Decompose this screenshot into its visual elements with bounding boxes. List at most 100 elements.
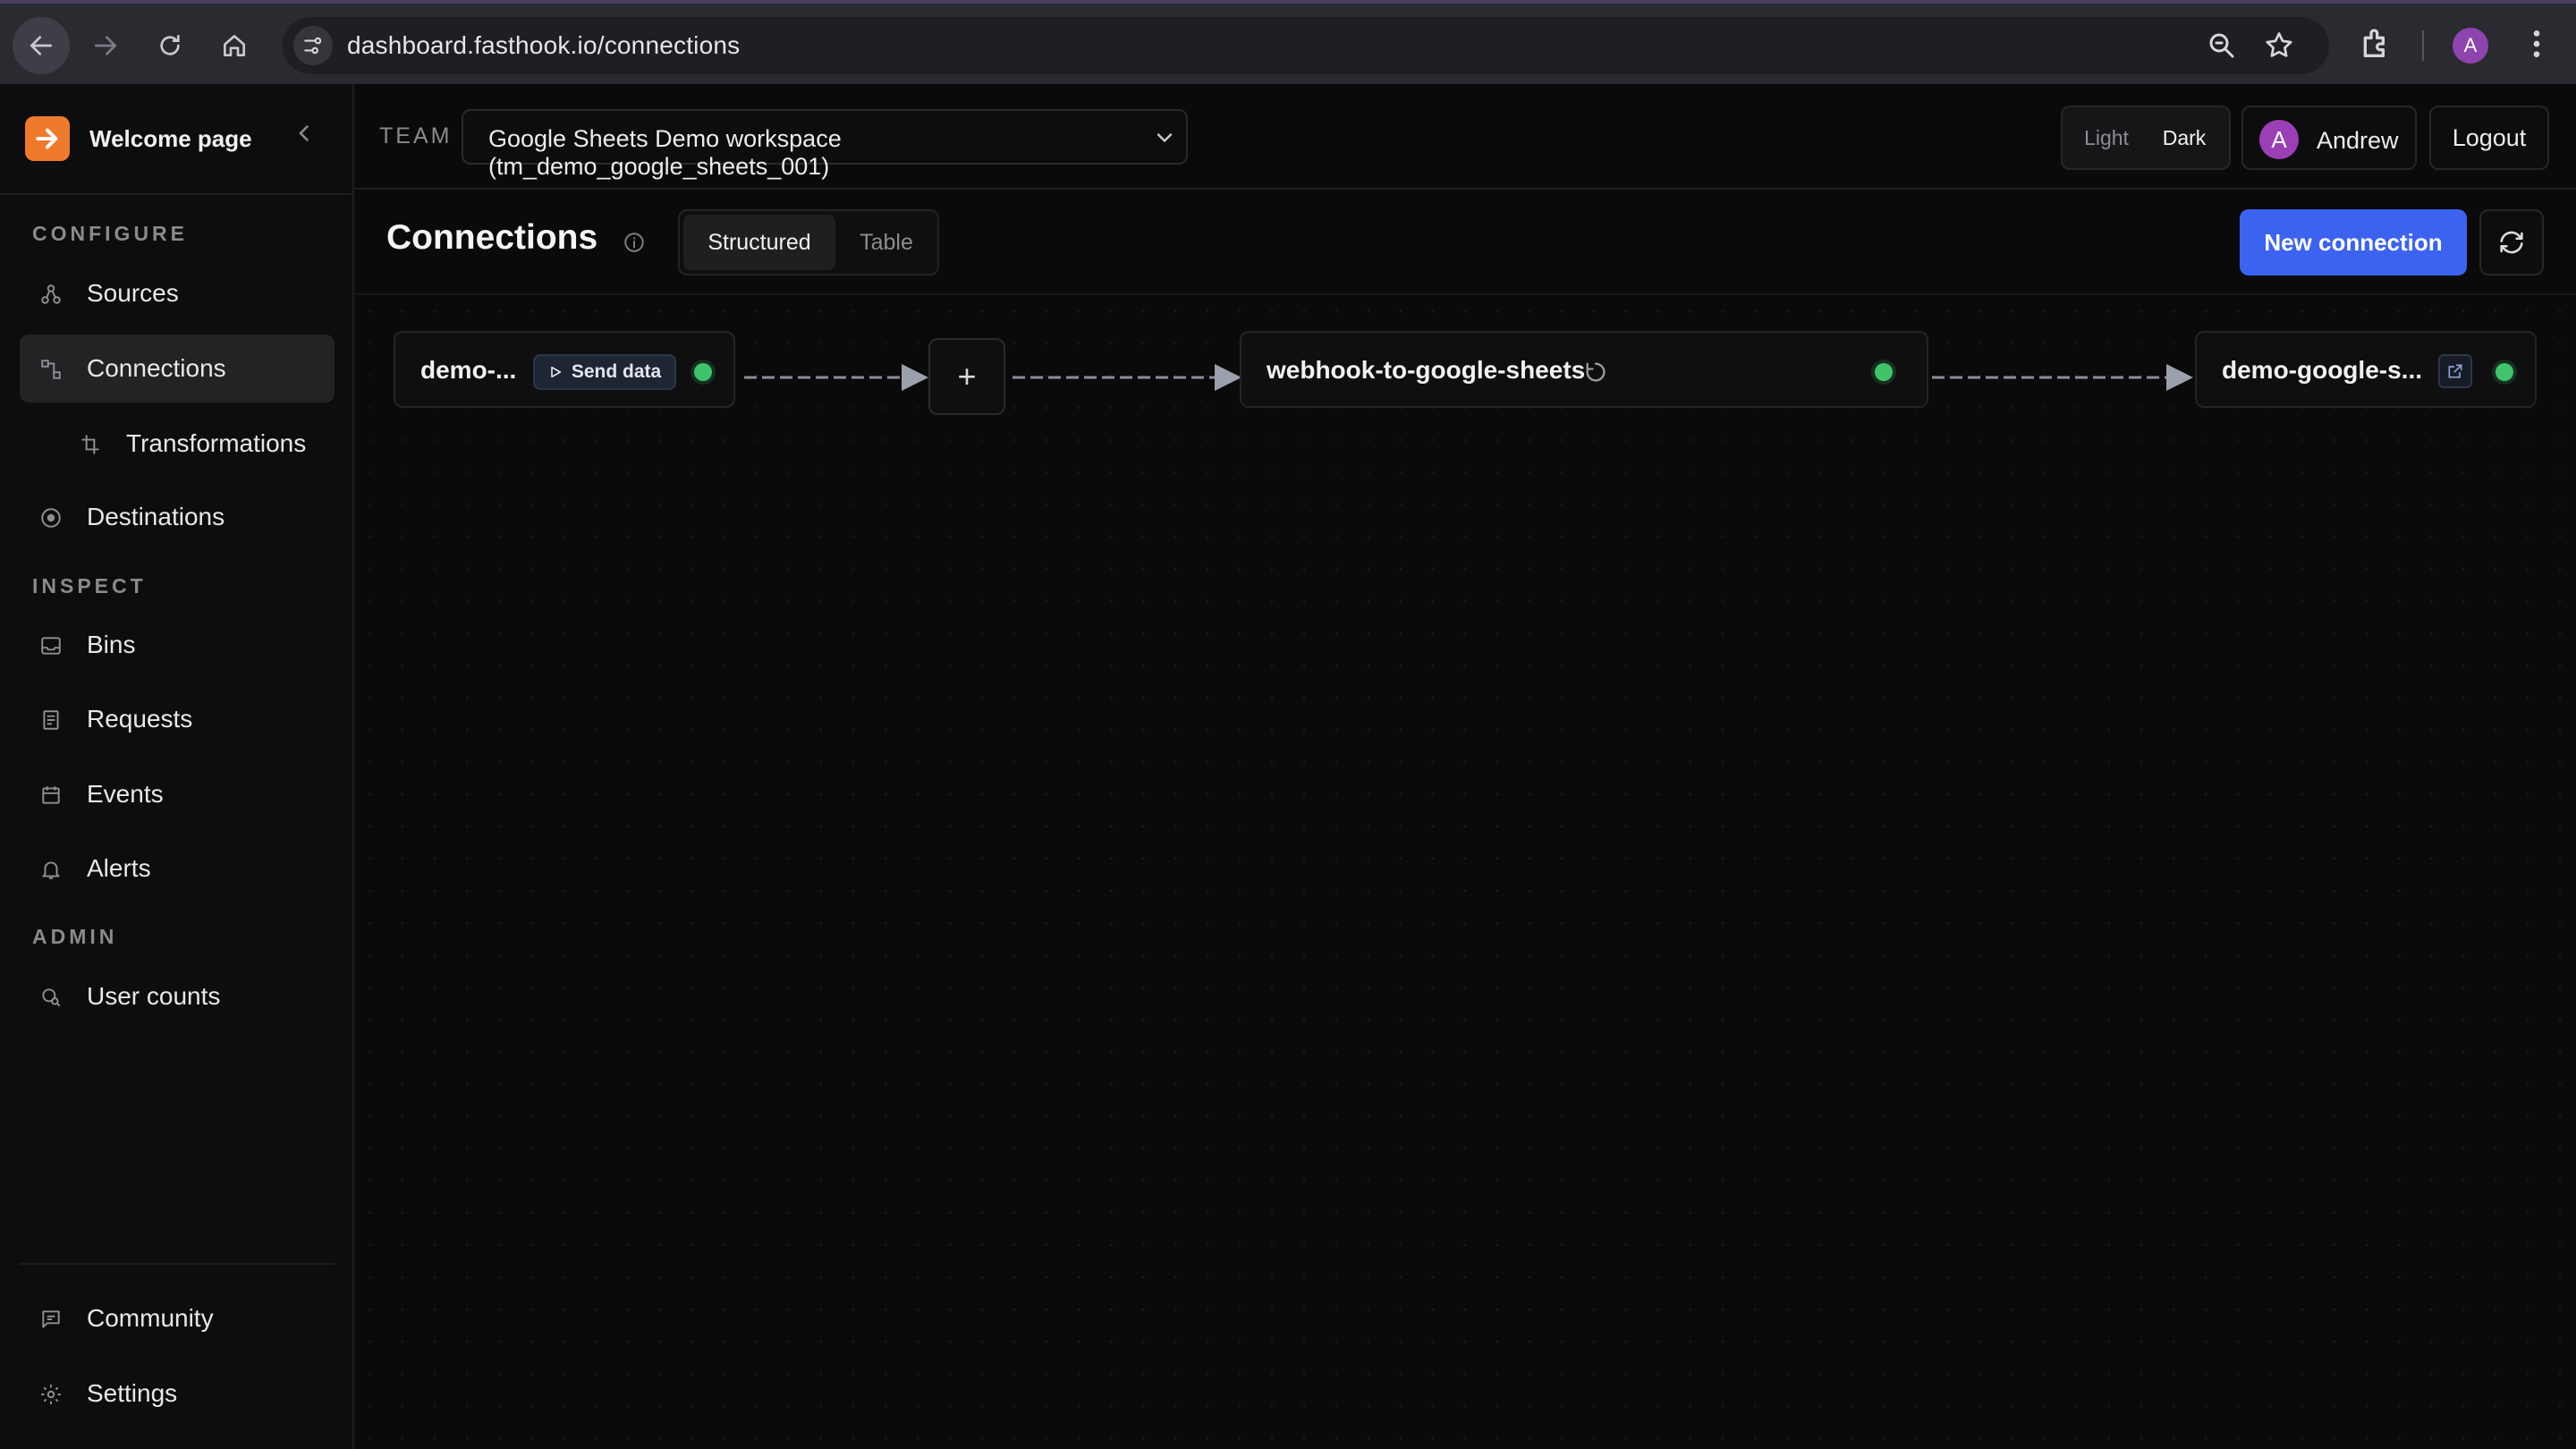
source-status-dot xyxy=(694,363,712,381)
tune-icon xyxy=(304,37,322,55)
collapse-sidebar-icon[interactable] xyxy=(292,120,318,147)
logout-button[interactable]: Logout xyxy=(2429,106,2549,170)
star-icon[interactable] xyxy=(2263,30,2295,62)
sidebar: Welcome page CONFIGURE Sources Connectio… xyxy=(0,84,354,1449)
avatar: A xyxy=(2259,120,2299,159)
sidebar-item-label: Bins xyxy=(87,631,136,658)
sidebar-item-connections[interactable]: Connections xyxy=(20,335,335,402)
info-icon[interactable] xyxy=(623,231,646,254)
connection-name: webhook-to-google-sheets xyxy=(1267,356,1586,384)
destination-name: demo-google-s... xyxy=(2222,356,2422,384)
theme-toggle: Light Dark xyxy=(2061,106,2231,170)
logo-arrow-icon xyxy=(36,128,58,149)
app-header: TEAM Google Sheets Demo workspace (tm_de… xyxy=(354,84,2576,190)
reload-button[interactable] xyxy=(141,17,199,74)
connection-status-dot xyxy=(1875,363,1893,381)
connection-node[interactable]: webhook-to-google-sheets xyxy=(1240,331,1928,408)
more-vertical-icon[interactable] xyxy=(2519,26,2555,62)
requests-icon xyxy=(43,710,59,730)
destination-icon xyxy=(41,508,61,528)
refresh-icon xyxy=(2500,231,2523,254)
sidebar-item-bins[interactable]: Bins xyxy=(20,611,335,679)
sidebar-item-label: Destinations xyxy=(87,503,225,530)
sidebar-divider xyxy=(20,1263,335,1265)
home-icon xyxy=(224,35,245,56)
browser-toolbar: dashboard.fasthook.io/connections A xyxy=(0,0,2576,84)
connections-canvas[interactable]: demo-... Send data + webhook-to-google-s… xyxy=(354,295,2576,1449)
sidebar-item-label: Alerts xyxy=(87,854,151,882)
sidebar-item-sources[interactable]: Sources xyxy=(20,259,335,327)
zoom-icon[interactable] xyxy=(2206,30,2238,62)
user-menu-button[interactable]: A Andrew xyxy=(2241,106,2417,170)
theme-light-button[interactable]: Light xyxy=(2072,120,2141,156)
sidebar-item-label: Events xyxy=(87,780,164,808)
page-title: Connections xyxy=(386,218,598,257)
chevron-down-icon xyxy=(1157,133,1173,143)
external-link-icon xyxy=(2448,364,2462,378)
destination-node[interactable]: demo-google-s... xyxy=(2195,331,2537,408)
home-button[interactable] xyxy=(206,17,263,74)
add-transformation-button[interactable]: + xyxy=(928,338,1005,415)
team-label: TEAM xyxy=(379,123,453,148)
connections-icon xyxy=(41,360,61,379)
sidebar-item-requests[interactable]: Requests xyxy=(20,685,335,753)
sidebar-item-label: Sources xyxy=(87,279,179,307)
address-bar[interactable]: dashboard.fasthook.io/connections xyxy=(283,17,2329,74)
open-destination-button[interactable] xyxy=(2438,354,2472,388)
sidebar-item-label: Settings xyxy=(87,1379,178,1407)
browser-profile-avatar[interactable]: A xyxy=(2453,28,2488,64)
inbox-icon xyxy=(41,637,61,655)
chat-icon xyxy=(42,1310,60,1328)
new-connection-button[interactable]: New connection xyxy=(2240,209,2467,275)
team-select[interactable]: Google Sheets Demo workspace (tm_demo_go… xyxy=(462,109,1188,180)
destination-status-dot xyxy=(2496,363,2513,381)
transform-icon xyxy=(81,435,99,454)
team-select-value: Google Sheets Demo workspace (tm_demo_go… xyxy=(488,125,842,180)
tab-table[interactable]: Table xyxy=(837,215,936,270)
arrow-left-icon xyxy=(30,36,52,55)
sidebar-item-alerts[interactable]: Alerts xyxy=(20,835,335,902)
source-name: demo-... xyxy=(420,356,517,384)
calendar-icon xyxy=(42,786,60,804)
sidebar-item-label: Connections xyxy=(87,354,226,382)
page-header: Connections Structured Table New connect… xyxy=(354,190,2576,295)
extensions-icon[interactable] xyxy=(2358,26,2394,62)
tab-structured[interactable]: Structured xyxy=(683,215,835,270)
theme-dark-button[interactable]: Dark xyxy=(2147,120,2222,156)
gear-icon xyxy=(41,1385,61,1404)
welcome-page-link[interactable]: Welcome page xyxy=(25,116,252,161)
brand-divider xyxy=(0,193,352,195)
send-data-button[interactable]: Send data xyxy=(533,354,676,390)
sidebar-item-label: User counts xyxy=(87,982,221,1010)
user-name: Andrew xyxy=(2317,127,2399,154)
url-text[interactable]: dashboard.fasthook.io/connections xyxy=(347,31,740,60)
section-inspect: INSPECT xyxy=(32,574,147,597)
sidebar-item-settings[interactable]: Settings xyxy=(20,1360,335,1428)
toolbar-separator xyxy=(2422,30,2424,61)
sidebar-item-destinations[interactable]: Destinations xyxy=(20,483,335,551)
section-configure: CONFIGURE xyxy=(32,222,188,245)
forward-button[interactable] xyxy=(77,17,134,74)
sources-icon xyxy=(41,284,61,304)
sidebar-item-events[interactable]: Events xyxy=(20,760,335,828)
send-data-label: Send data xyxy=(571,361,662,382)
refresh-button[interactable] xyxy=(2479,209,2544,275)
brand-title: Welcome page xyxy=(89,124,252,152)
back-button[interactable] xyxy=(13,17,70,74)
sidebar-item-community[interactable]: Community xyxy=(20,1284,335,1352)
sidebar-item-label: Community xyxy=(87,1304,214,1332)
section-admin: ADMIN xyxy=(32,925,118,948)
user-search-icon xyxy=(42,988,61,1007)
bell-icon xyxy=(42,861,60,879)
sidebar-item-user-counts[interactable]: User counts xyxy=(20,962,335,1030)
view-tabs: Structured Table xyxy=(678,209,939,275)
reload-icon xyxy=(160,35,180,55)
fasthook-logo xyxy=(25,116,70,161)
source-node[interactable]: demo-... Send data xyxy=(394,331,735,408)
sidebar-item-label: Transformations xyxy=(126,429,307,457)
retry-icon[interactable] xyxy=(1583,360,1608,385)
play-icon xyxy=(551,366,561,378)
site-info-button[interactable] xyxy=(293,26,333,65)
sidebar-item-transformations[interactable]: Transformations xyxy=(20,410,335,478)
sidebar-item-label: Requests xyxy=(87,705,193,733)
